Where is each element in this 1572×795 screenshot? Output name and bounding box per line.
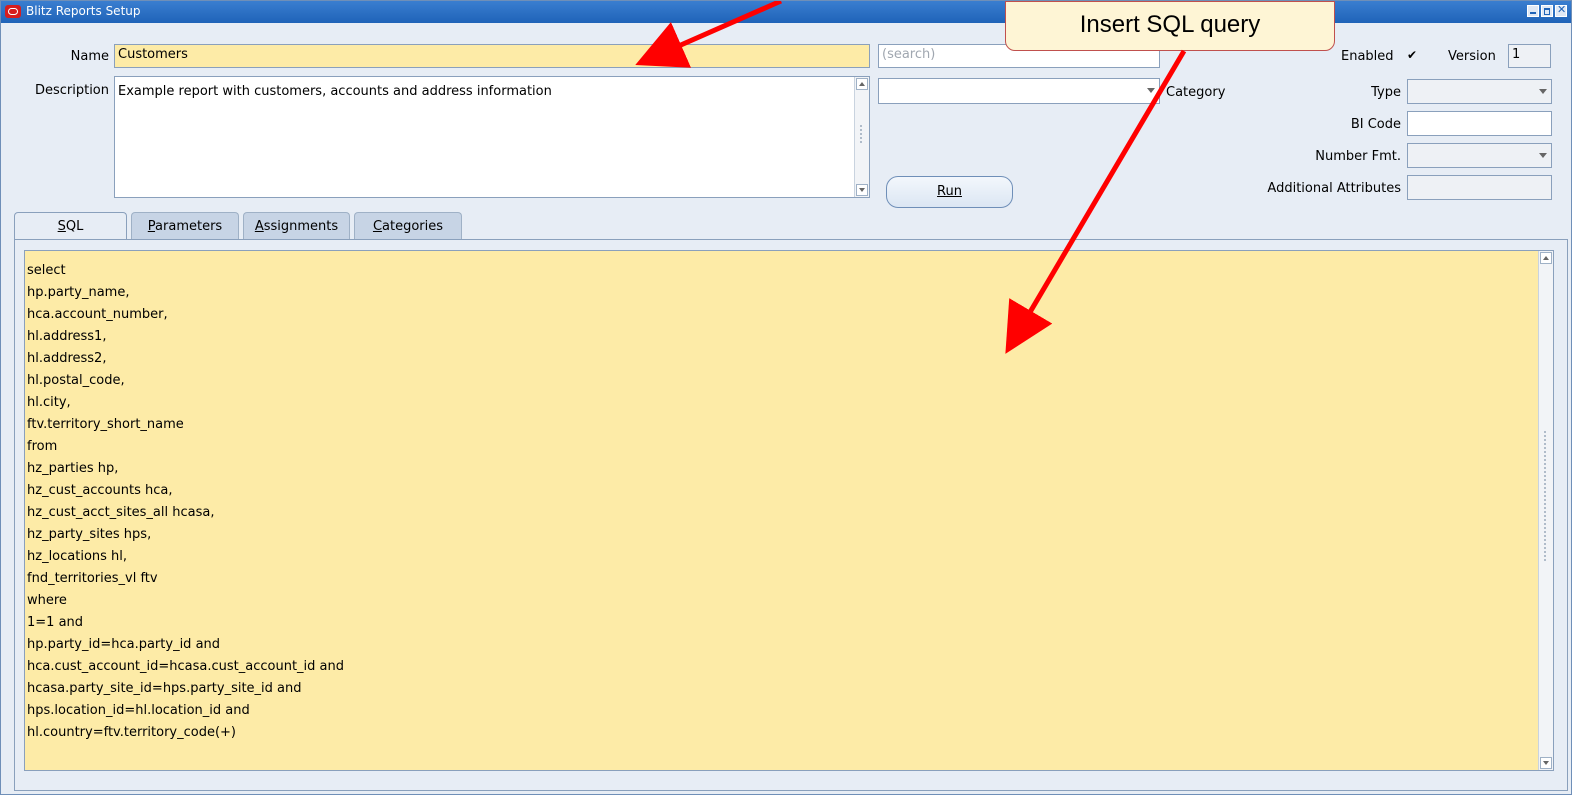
run-button[interactable]: Run	[886, 176, 1013, 208]
sql-text: select hp.party_name, hca.account_number,h…	[27, 260, 344, 744]
version-field[interactable]: 1	[1508, 44, 1551, 68]
description-label: Description	[34, 83, 109, 98]
category-select[interactable]	[878, 78, 1160, 104]
tab-assignments-label: ssignments	[263, 219, 339, 234]
sql-line: select	[27, 263, 66, 278]
search-placeholder: (search)	[882, 47, 936, 62]
sql-line: hl.country=ftv.territory_code(+)	[27, 725, 236, 740]
name-value: Customers	[118, 47, 188, 62]
sql-line: hp.party_id=hca.party_id and	[27, 637, 221, 652]
tab-categories-label: ategories	[382, 219, 444, 234]
tab-sql-mnemonic: S	[57, 219, 66, 234]
additional-attributes-label: Additional Attributes	[1267, 181, 1401, 196]
name-field[interactable]: Customers	[114, 44, 870, 68]
sql-line: ftv.territory_short_name	[27, 417, 184, 432]
tab-parameters-label: arameters	[155, 219, 223, 234]
sql-scrollbar[interactable]	[1538, 251, 1553, 770]
title-bar[interactable]: Blitz Reports Setup ✕	[1, 1, 1571, 23]
sql-line: fnd_territories_vl ftv	[27, 571, 158, 586]
close-icon[interactable]: ✕	[1555, 4, 1567, 17]
description-scrollbar[interactable]	[854, 77, 869, 197]
name-label: Name	[70, 49, 109, 64]
sql-editor[interactable]: select hp.party_name, hca.account_number,h…	[24, 250, 1554, 771]
sql-line: hz_parties hp,	[27, 461, 119, 476]
scroll-up-icon[interactable]	[856, 78, 868, 90]
type-select[interactable]	[1407, 79, 1552, 104]
number-fmt-label: Number Fmt.	[1315, 149, 1401, 164]
scroll-down-icon[interactable]	[856, 184, 868, 196]
number-fmt-select[interactable]	[1407, 143, 1552, 168]
sql-line: from	[27, 439, 58, 454]
sql-line: hl.address1,	[27, 329, 107, 344]
sql-line: hp.party_name,	[27, 285, 130, 300]
chevron-down-icon	[1147, 88, 1155, 93]
sql-line: hcasa.party_site_id=hps.party_site_id an…	[27, 681, 302, 696]
sql-line: hl.city,	[27, 395, 71, 410]
scroll-down-icon[interactable]	[1540, 757, 1552, 769]
window-title: Blitz Reports Setup	[26, 4, 141, 18]
tab-sql-label: QL	[65, 219, 84, 234]
minimize-icon[interactable]	[1527, 5, 1539, 17]
additional-attributes-field[interactable]	[1407, 175, 1552, 200]
tab-categories-mnemonic: C	[372, 219, 383, 234]
maximize-icon[interactable]	[1541, 5, 1553, 17]
version-value: 1	[1512, 47, 1521, 62]
chevron-down-icon	[1539, 153, 1547, 158]
scroll-up-icon[interactable]	[1540, 252, 1552, 264]
sql-line: 1=1 and	[27, 615, 84, 630]
sql-line: hz_locations hl,	[27, 549, 128, 564]
enabled-label: Enabled	[1341, 49, 1394, 64]
oracle-app-icon	[5, 5, 21, 18]
sql-line: hl.address2,	[27, 351, 107, 366]
grip-icon	[860, 125, 866, 143]
tab-assignments-mnemonic: A	[254, 219, 264, 234]
tab-assignments[interactable]: Assignments	[243, 212, 350, 240]
sql-line: hl.postal_code,	[27, 373, 125, 388]
bi-code-label: BI Code	[1350, 117, 1401, 132]
sql-line: hps.location_id=hl.location_id and	[27, 703, 250, 718]
version-label: Version	[1448, 49, 1496, 64]
run-button-label: Run	[937, 184, 962, 199]
sql-line: hz_party_sites hps,	[27, 527, 152, 542]
sql-line: hca.cust_account_id=hcasa.cust_account_i…	[27, 659, 345, 674]
enabled-checkbox[interactable]: ✔	[1407, 49, 1419, 61]
type-label: Type	[1371, 85, 1401, 100]
annotation-callout: Insert SQL query	[1005, 1, 1335, 51]
category-label: Category	[1166, 85, 1226, 100]
blitz-reports-setup-window: Blitz Reports Setup ✕ Name Customers (se…	[0, 0, 1572, 795]
bi-code-field[interactable]	[1407, 111, 1552, 136]
tab-sql[interactable]: SQL	[14, 212, 127, 242]
callout-text: Insert SQL query	[1079, 11, 1261, 38]
tab-categories[interactable]: Categories	[354, 212, 462, 240]
sql-line: hz_cust_accounts hca,	[27, 483, 173, 498]
tab-parameters-mnemonic: P	[147, 219, 156, 234]
sql-line: hz_cust_acct_sites_all hcasa,	[27, 505, 215, 520]
description-value: Example report with customers, accounts …	[118, 84, 552, 99]
chevron-down-icon	[1539, 89, 1547, 94]
sql-tab-panel: select hp.party_name, hca.account_number,h…	[14, 239, 1568, 791]
sql-line: hca.account_number,	[27, 307, 168, 322]
grip-icon	[1544, 431, 1550, 561]
sql-line: where	[27, 593, 67, 608]
tab-parameters[interactable]: Parameters	[131, 212, 239, 240]
description-field[interactable]: Example report with customers, accounts …	[114, 76, 870, 198]
